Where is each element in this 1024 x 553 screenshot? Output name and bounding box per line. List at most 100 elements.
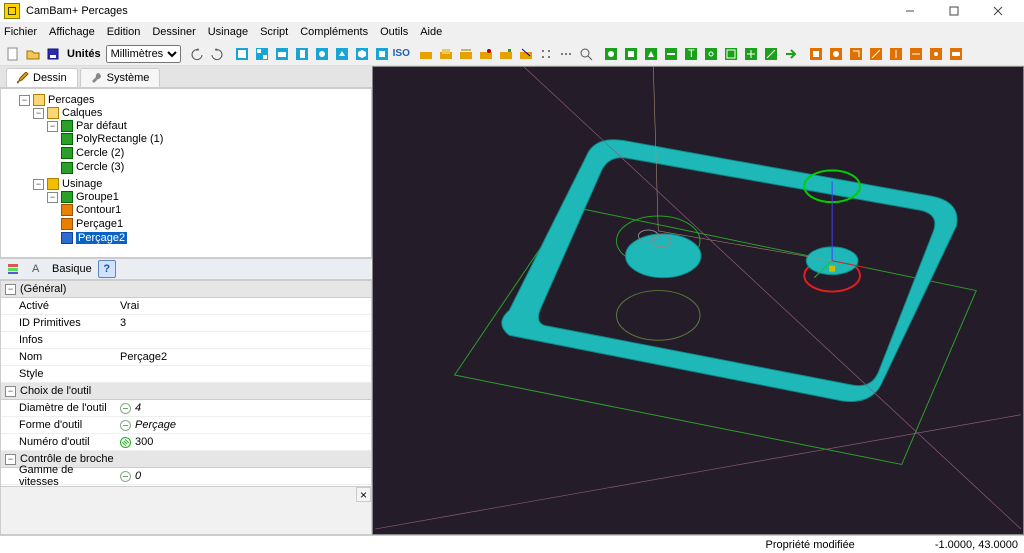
- new-file-icon[interactable]: [4, 45, 22, 63]
- tree-shape-2[interactable]: Cercle (2): [76, 147, 124, 159]
- collapse-icon[interactable]: −: [5, 284, 16, 295]
- tree-shape-1[interactable]: PolyRectangle (1): [76, 133, 163, 145]
- view-grid2-icon[interactable]: [253, 45, 271, 63]
- menu-machining[interactable]: Usinage: [208, 26, 248, 38]
- collapse-icon[interactable]: −: [5, 386, 16, 397]
- mop-2-icon[interactable]: [622, 45, 640, 63]
- toggle-icon[interactable]: −: [19, 95, 30, 106]
- mop-8-icon[interactable]: [742, 45, 760, 63]
- zoom-icon[interactable]: [577, 45, 595, 63]
- status-coords: -1.0000, 43.0000: [935, 539, 1018, 551]
- tree-layer-default[interactable]: Par défaut: [76, 120, 127, 132]
- prop-sort1-icon[interactable]: [4, 260, 22, 278]
- pencil-icon: [17, 72, 29, 84]
- prop-val[interactable]: Perçage2: [116, 351, 371, 363]
- out-7-icon[interactable]: [927, 45, 945, 63]
- menu-script[interactable]: Script: [260, 26, 288, 38]
- menu-edit[interactable]: Edition: [107, 26, 141, 38]
- toggle-icon[interactable]: −: [47, 121, 58, 132]
- reset-icon[interactable]: [120, 420, 131, 431]
- mop-4-icon[interactable]: [662, 45, 680, 63]
- undo-icon[interactable]: [188, 45, 206, 63]
- prop-val[interactable]: 0: [116, 470, 371, 482]
- tree-machining[interactable]: Usinage: [62, 178, 102, 190]
- close-help-icon[interactable]: ×: [356, 487, 371, 502]
- view-grid1-icon[interactable]: [233, 45, 251, 63]
- layer-c-icon[interactable]: [457, 45, 475, 63]
- save-file-icon[interactable]: [44, 45, 62, 63]
- reset-icon[interactable]: [120, 471, 131, 482]
- mop-6-icon[interactable]: [702, 45, 720, 63]
- maximize-button[interactable]: [932, 1, 976, 21]
- out-6-icon[interactable]: [907, 45, 925, 63]
- toggle-icon[interactable]: −: [33, 108, 44, 119]
- close-button[interactable]: [976, 1, 1020, 21]
- layer-d-icon[interactable]: [477, 45, 495, 63]
- status-bar: Propriété modifiée -1.0000, 43.0000: [0, 535, 1024, 553]
- prop-val[interactable]: Perçage: [116, 419, 371, 431]
- view-front-icon[interactable]: [273, 45, 291, 63]
- tree-view[interactable]: −Percages −Calques −Par défaut PolyRecta…: [0, 88, 372, 258]
- dots2-icon[interactable]: [557, 45, 575, 63]
- tree-op-3[interactable]: Perçage2: [76, 232, 127, 244]
- menu-file[interactable]: Fichier: [4, 26, 37, 38]
- layer-a-icon[interactable]: [417, 45, 435, 63]
- tab-system[interactable]: Système: [80, 68, 161, 87]
- mop-7-icon[interactable]: [722, 45, 740, 63]
- reset-icon[interactable]: [120, 437, 131, 448]
- layer-f-icon[interactable]: [517, 45, 535, 63]
- redo-icon[interactable]: [208, 45, 226, 63]
- view-3d-icon[interactable]: [333, 45, 351, 63]
- out-2-icon[interactable]: [827, 45, 845, 63]
- group-icon: [61, 191, 73, 203]
- menu-help[interactable]: Aide: [420, 26, 442, 38]
- tree-group[interactable]: Groupe1: [76, 191, 119, 203]
- prop-val[interactable]: 300: [116, 436, 371, 448]
- prop-sort2-icon[interactable]: A: [28, 260, 46, 278]
- toggle-icon[interactable]: −: [33, 179, 44, 190]
- tab-drawing[interactable]: Dessin: [6, 68, 78, 87]
- property-help-button[interactable]: ?: [98, 260, 116, 278]
- open-file-icon[interactable]: [24, 45, 42, 63]
- reset-icon[interactable]: [120, 403, 131, 414]
- property-grid[interactable]: −(Général) ActivéVrai ID Primitives3 Inf…: [0, 280, 372, 487]
- layer-b-icon[interactable]: [437, 45, 455, 63]
- property-mode[interactable]: Basique: [52, 263, 92, 275]
- 3d-viewport[interactable]: [372, 66, 1024, 535]
- tree-layers: Calques: [62, 107, 102, 119]
- menu-addons[interactable]: Compléments: [300, 26, 368, 38]
- tree-shape-3[interactable]: Cercle (3): [76, 161, 124, 173]
- out-1-icon[interactable]: [807, 45, 825, 63]
- out-5-icon[interactable]: [887, 45, 905, 63]
- out-3-icon[interactable]: [847, 45, 865, 63]
- tree-op-2[interactable]: Perçage1: [76, 218, 123, 230]
- units-dropdown[interactable]: Millimètres: [106, 45, 181, 63]
- menu-draw[interactable]: Dessiner: [152, 26, 195, 38]
- view-side-icon[interactable]: [293, 45, 311, 63]
- iso-label[interactable]: ISO: [393, 48, 410, 59]
- out-4-icon[interactable]: [867, 45, 885, 63]
- view-cube-icon[interactable]: [373, 45, 391, 63]
- out-8-icon[interactable]: [947, 45, 965, 63]
- view-top-icon[interactable]: [313, 45, 331, 63]
- menu-view[interactable]: Affichage: [49, 26, 95, 38]
- collapse-icon[interactable]: −: [5, 454, 16, 465]
- layer-e-icon[interactable]: [497, 45, 515, 63]
- mop-9-icon[interactable]: [762, 45, 780, 63]
- tree-op-1[interactable]: Contour1: [76, 204, 121, 216]
- dots1-icon[interactable]: [537, 45, 555, 63]
- mop-arrow-icon[interactable]: [782, 45, 800, 63]
- mop-5-icon[interactable]: T: [682, 45, 700, 63]
- prop-val[interactable]: Vrai: [116, 300, 371, 312]
- tree-root[interactable]: Percages: [48, 94, 94, 106]
- mop-1-icon[interactable]: [602, 45, 620, 63]
- prop-val[interactable]: 4: [116, 402, 371, 414]
- toggle-icon[interactable]: −: [47, 192, 58, 203]
- minimize-button[interactable]: [888, 1, 932, 21]
- prop-cat-general[interactable]: −(Général): [1, 281, 371, 298]
- menu-tools[interactable]: Outils: [380, 26, 408, 38]
- view-iso-icon[interactable]: [353, 45, 371, 63]
- prop-cat-tool[interactable]: −Choix de l'outil: [1, 383, 371, 400]
- mop-3-icon[interactable]: [642, 45, 660, 63]
- prop-val[interactable]: 3: [116, 317, 371, 329]
